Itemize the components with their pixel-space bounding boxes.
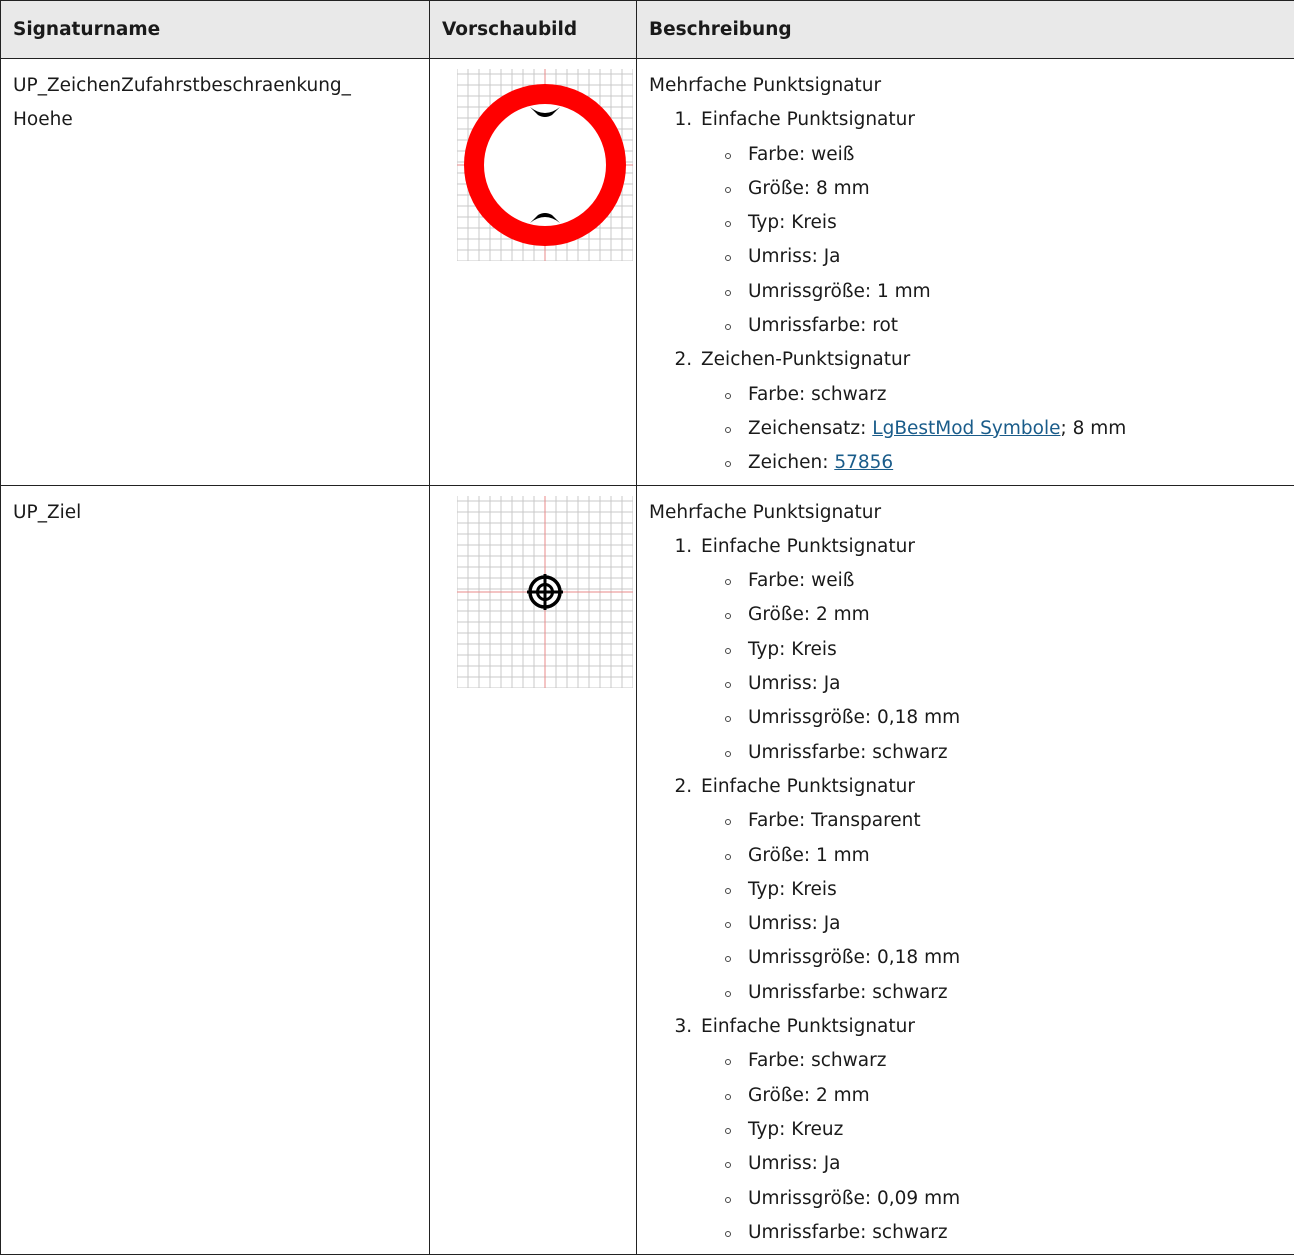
description-cell: Mehrfache Punktsignatur Einfache Punktsi… [636,58,1294,486]
description-cell: Mehrfache Punktsignatur Einfache Punktsi… [636,484,1294,1256]
part-label: Einfache Punktsignatur [701,535,915,557]
table-row: UP_ZeichenZufahrstbeschraenkung_ Hoehe M… [0,58,1294,486]
property-item: Farbe: weiß [725,138,1293,172]
signature-name-continuation: Hoehe [13,109,73,131]
property-item: Umrissgröße: 0,18 mm [725,701,1293,735]
part-label: Einfache Punktsignatur [701,775,915,797]
list-item: Einfache Punktsignatur Farbe: Transparen… [698,770,1293,1010]
property-item: Umriss: Ja [725,240,1293,274]
signature-parts-list: Einfache Punktsignatur Farbe: weiß Größe… [649,103,1293,480]
font-prefix: Zeichensatz: [748,417,873,439]
signature-name: UP_ZeichenZufahrstbeschraenkung_ [13,75,351,96]
font-suffix: ; 8 mm [1060,417,1127,439]
description-title: Mehrfache Punktsignatur [649,501,882,523]
font-link[interactable]: LgBestMod Symbole [872,418,1060,439]
list-item: Einfache Punktsignatur Farbe: schwarz Gr… [698,1010,1293,1250]
table-header-row: Signaturname Vorschaubild Beschreibung [0,0,1294,59]
property-item: Farbe: weiß [725,564,1293,598]
property-item: Typ: Kreis [725,633,1293,667]
part-label: Einfache Punktsignatur [701,109,915,131]
property-item: Farbe: Transparent [725,804,1293,838]
description-title: Mehrfache Punktsignatur [649,75,882,96]
property-item: Umriss: Ja [725,907,1293,941]
list-item: Zeichen-Punktsignatur Farbe: schwarz Zei… [698,343,1293,480]
table-row: UP_Ziel Mehrfache Punktsignatur Einfa [0,484,1294,1256]
property-list: Farbe: Transparent Größe: 1 mm Typ: Krei… [701,804,1293,1010]
property-item: Farbe: schwarz [725,378,1293,412]
property-item: Größe: 1 mm [725,839,1293,873]
property-item: Umrissgröße: 0,09 mm [725,1182,1293,1216]
property-list: Farbe: weiß Größe: 8 mm Typ: Kreis Umris… [701,138,1293,344]
list-item: Einfache Punktsignatur Farbe: weiß Größe… [698,103,1293,343]
signature-parts-list: Einfache Punktsignatur Farbe: weiß Größe… [649,530,1293,1250]
property-list: Farbe: schwarz Größe: 2 mm Typ: Kreuz Um… [701,1044,1293,1250]
preview-cell [429,58,637,486]
signature-name-cell: UP_Ziel [0,484,430,1256]
signature-table: Signaturname Vorschaubild Beschreibung U… [0,0,1294,1256]
signature-name: UP_Ziel [13,501,82,523]
height-restriction-sign-icon [457,69,633,261]
property-item: Umriss: Ja [725,1147,1293,1181]
property-item: Größe: 2 mm [725,598,1293,632]
crosshair-target-icon [457,495,633,688]
property-item: Umriss: Ja [725,667,1293,701]
preview-cell [429,484,637,1256]
char-prefix: Zeichen: [748,452,835,474]
property-item: Umrissfarbe: schwarz [725,1216,1293,1250]
part-label: Zeichen-Punktsignatur [701,349,911,371]
property-item: Umrissgröße: 1 mm [725,275,1293,309]
property-item: Größe: 2 mm [725,1079,1293,1113]
property-item: Umrissfarbe: schwarz [725,736,1293,770]
char-link[interactable]: 57856 [834,452,893,473]
property-item: Typ: Kreis [725,206,1293,240]
property-item: Zeichensatz: LgBestMod Symbole; 8 mm [725,412,1293,446]
property-item: Umrissgröße: 0,18 mm [725,941,1293,975]
header-description: Beschreibung [636,0,1294,59]
property-list: Farbe: schwarz Zeichensatz: LgBestMod Sy… [701,378,1293,481]
property-item: Farbe: schwarz [725,1044,1293,1078]
property-list: Farbe: weiß Größe: 2 mm Typ: Kreis Umris… [701,564,1293,770]
list-item: Einfache Punktsignatur Farbe: weiß Größe… [698,530,1293,770]
signature-name-cell: UP_ZeichenZufahrstbeschraenkung_ Hoehe [0,58,430,486]
property-item: Größe: 8 mm [725,172,1293,206]
property-item: Typ: Kreuz [725,1113,1293,1147]
header-signature-name: Signaturname [0,0,430,59]
property-item: Typ: Kreis [725,873,1293,907]
property-item: Zeichen: 57856 [725,446,1293,480]
property-item: Umrissfarbe: schwarz [725,976,1293,1010]
part-label: Einfache Punktsignatur [701,1016,915,1038]
property-item: Umrissfarbe: rot [725,309,1293,343]
header-preview: Vorschaubild [429,0,637,59]
